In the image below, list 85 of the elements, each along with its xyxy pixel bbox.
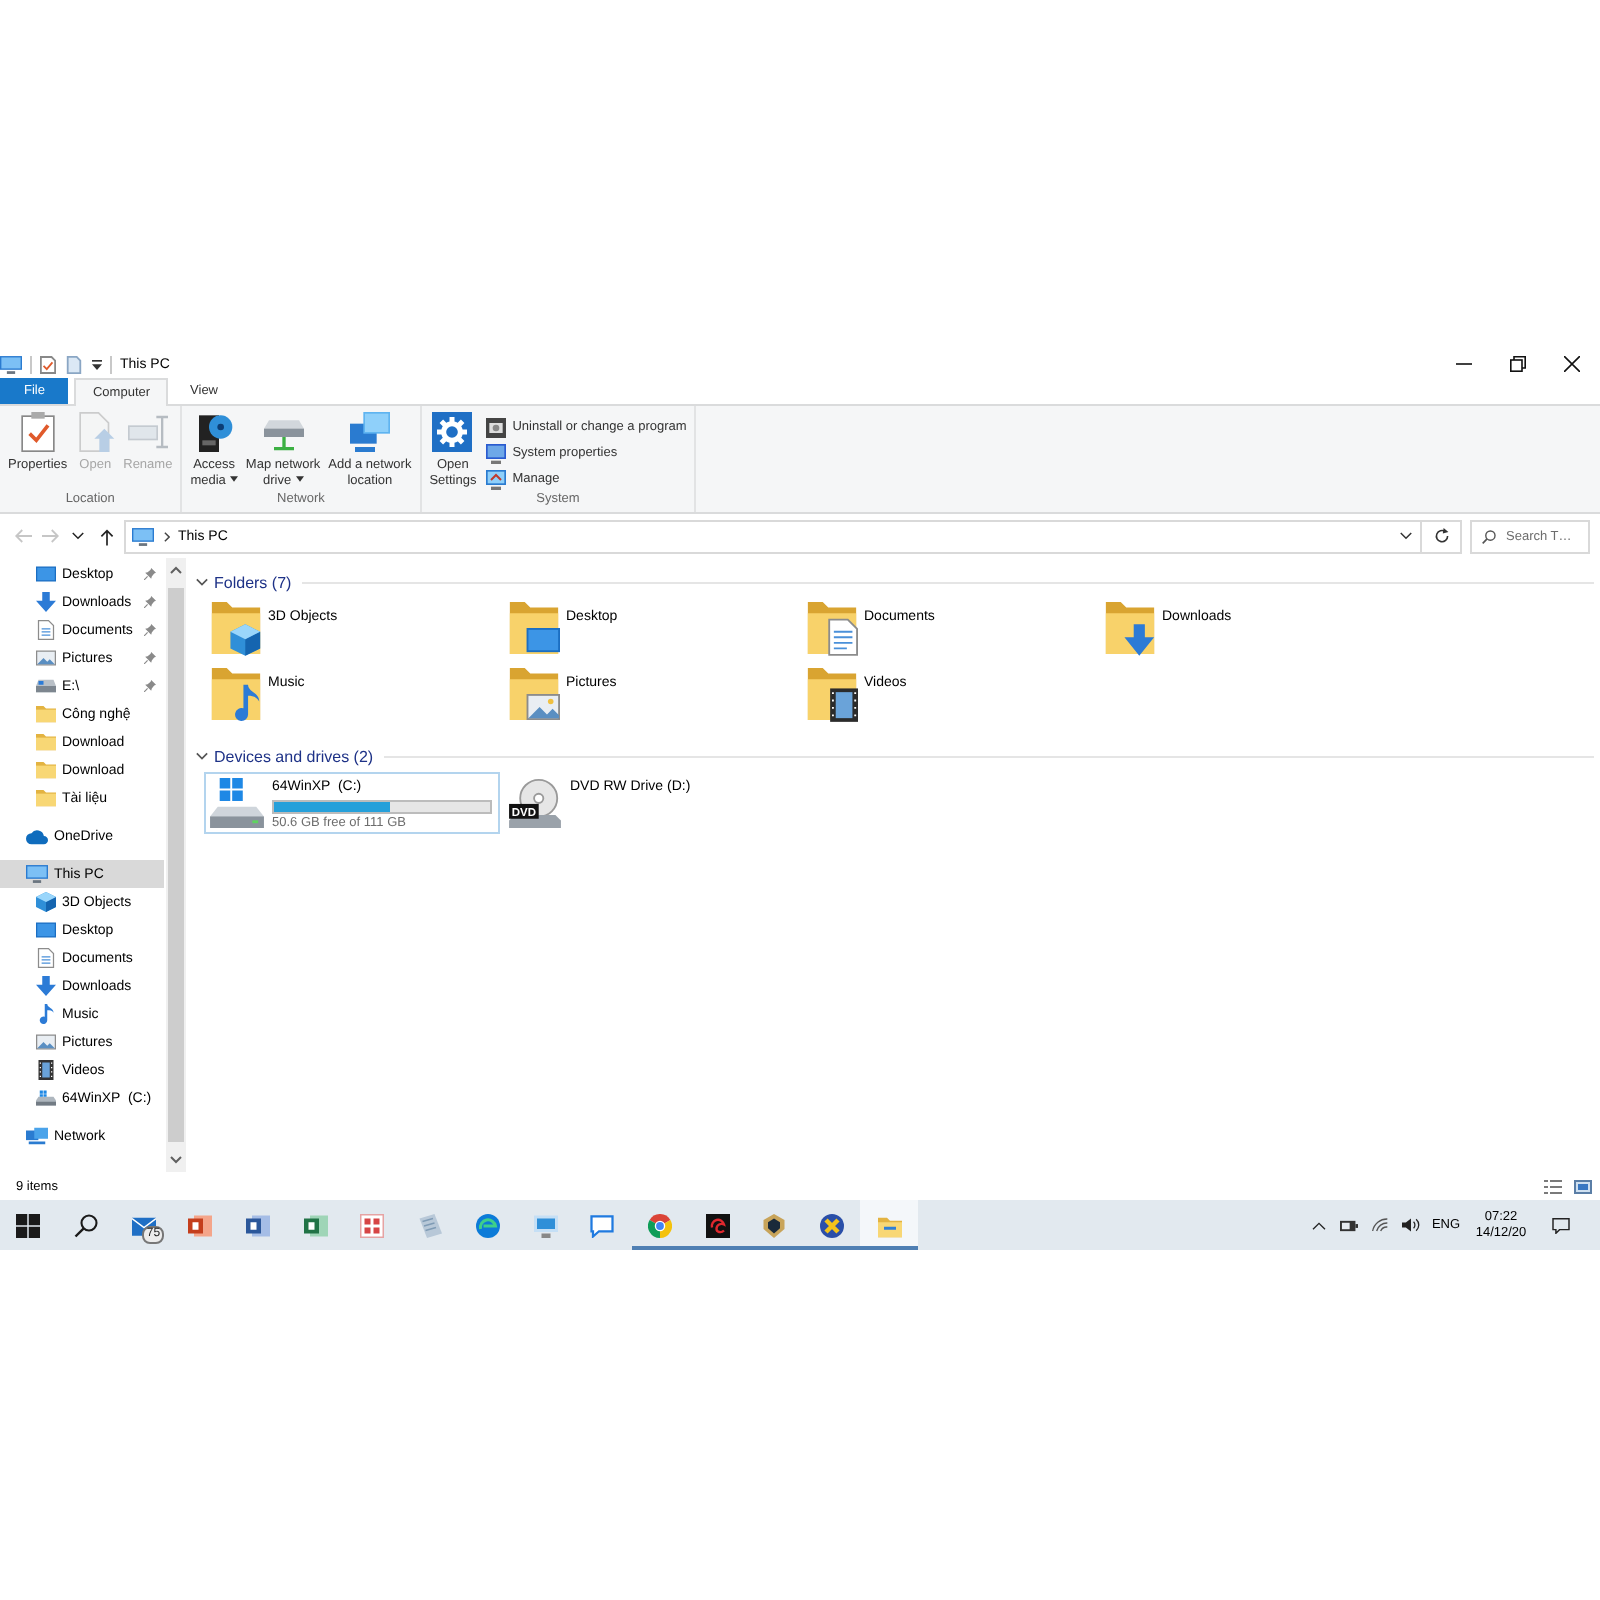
restore-icon [1509, 356, 1525, 372]
document-check-icon[interactable] [40, 355, 56, 373]
text-document-tile-icon [246, 1213, 271, 1237]
document-icon [36, 948, 56, 968]
search-icon [74, 1213, 99, 1237]
pin-icon[interactable] [144, 680, 156, 692]
pin-icon[interactable] [144, 624, 156, 636]
cloud-icon [26, 826, 48, 846]
cube-icon [36, 892, 56, 912]
large-icons-view-icon[interactable] [1574, 1179, 1592, 1193]
music-folder-icon [210, 666, 262, 722]
desktop-icon [36, 920, 56, 940]
chevron-down-icon [72, 532, 84, 540]
chevron-up-icon[interactable] [1312, 1221, 1326, 1229]
pin-icon[interactable] [144, 568, 156, 580]
desktop-icon [36, 564, 56, 584]
computer-icon [0, 355, 22, 373]
document-arrow-icon [75, 412, 116, 452]
monitors-icon [349, 412, 390, 452]
group-header[interactable]: Devices and drives (2) [196, 744, 1594, 768]
scrollbar-thumb[interactable] [168, 588, 184, 1142]
folder-icon [877, 1213, 902, 1237]
picture-icon [36, 648, 56, 668]
pin-icon[interactable] [144, 596, 156, 608]
slides-tile-icon [188, 1213, 213, 1237]
dropdown-icon[interactable] [92, 359, 102, 369]
chevron-right-icon[interactable] [164, 531, 170, 541]
music-note-icon [36, 1004, 56, 1024]
swirl-tile-icon [705, 1213, 730, 1237]
screen-folder-icon [508, 600, 560, 656]
segmented-circle-icon [647, 1213, 672, 1237]
computer-icon [132, 527, 154, 545]
x-circle-icon [819, 1213, 844, 1237]
refresh-button[interactable] [1422, 519, 1462, 553]
download-folder-icon [1104, 600, 1156, 656]
clipboard-check-icon [17, 412, 58, 452]
start-menu-icon [16, 1213, 41, 1237]
folder-icon [36, 704, 56, 724]
details-view-icon[interactable] [1544, 1179, 1562, 1193]
monitor-icon [486, 443, 507, 463]
scroll-up-icon[interactable] [170, 566, 182, 574]
refresh-icon [1433, 528, 1449, 544]
spreadsheet-tile-icon [303, 1213, 328, 1237]
drive-icon [210, 778, 264, 828]
drive-icon [36, 1088, 56, 1108]
computer-icon [26, 864, 48, 884]
character-tile-icon [360, 1213, 385, 1237]
document-icon [36, 620, 56, 640]
film-folder-icon [806, 666, 858, 722]
scrollbar[interactable] [166, 558, 186, 1172]
program-box-icon [486, 417, 507, 437]
group-header[interactable]: Folders (7) [196, 570, 1594, 594]
swirl-circle-icon [475, 1213, 500, 1237]
cube-folder-icon [210, 600, 262, 656]
scroll-down-icon[interactable] [170, 1156, 182, 1164]
media-device-icon [194, 412, 235, 452]
download-arrow-icon [36, 976, 56, 996]
up-arrow-icon [99, 527, 113, 545]
right-arrow-icon [41, 528, 59, 544]
search-icon [1482, 529, 1496, 543]
speech-bubble-icon[interactable] [1552, 1217, 1570, 1233]
shield-emblem-icon [762, 1213, 787, 1237]
drive-icon [36, 676, 56, 696]
film-strip-icon [36, 1060, 56, 1080]
folder-icon [36, 732, 56, 752]
monitor-icon [533, 1213, 558, 1237]
speaker-icon[interactable] [1402, 1218, 1420, 1232]
chevron-down-icon[interactable] [1400, 532, 1412, 540]
document-folder-icon [806, 600, 858, 656]
slanted-sheet-icon [418, 1213, 443, 1237]
pin-icon[interactable] [144, 652, 156, 664]
monitor-tools-icon [486, 469, 507, 489]
folder-icon [36, 760, 56, 780]
picture-icon [36, 1032, 56, 1052]
chat-bubble-icon [590, 1213, 615, 1237]
gear-icon [432, 412, 473, 452]
left-arrow-icon [13, 528, 31, 544]
battery-icon[interactable] [1340, 1219, 1358, 1231]
folder-icon [36, 788, 56, 808]
text-cursor-icon [127, 412, 168, 452]
download-arrow-icon [36, 592, 56, 612]
picture-folder-icon [508, 666, 560, 722]
network-icon [26, 1126, 48, 1146]
wifi-icon[interactable] [1372, 1218, 1388, 1232]
close-icon [1563, 356, 1579, 372]
